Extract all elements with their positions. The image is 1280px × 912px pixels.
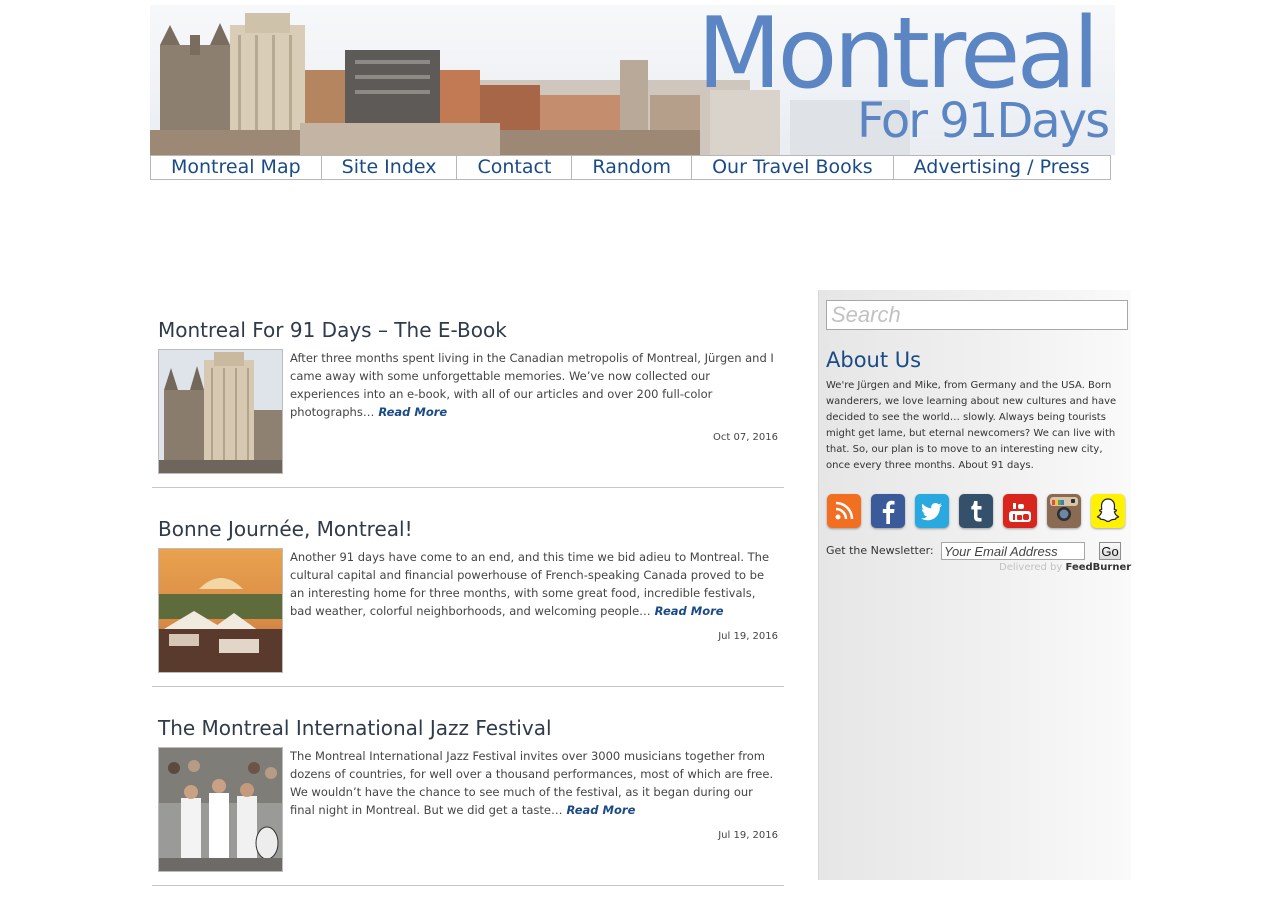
- nav-site-index[interactable]: Site Index: [322, 156, 458, 179]
- nav-our-travel-books[interactable]: Our Travel Books: [692, 156, 894, 179]
- site-header[interactable]: Montreal For 91Days: [150, 5, 1115, 155]
- read-more-link[interactable]: Read More: [566, 803, 635, 817]
- post-ebook: Montreal For 91 Days – The E-Book After …: [152, 315, 784, 488]
- post-date: Oct 07, 2016: [713, 432, 778, 443]
- site-title: Montreal: [697, 5, 1100, 111]
- nav-montreal-map[interactable]: Montreal Map: [151, 156, 322, 179]
- newsletter-form: Get the Newsletter: Go: [826, 542, 1126, 560]
- post-list: Montreal For 91 Days – The E-Book After …: [152, 315, 784, 912]
- post-title[interactable]: Montreal For 91 Days – The E-Book: [158, 318, 507, 342]
- nav-contact[interactable]: Contact: [457, 156, 573, 179]
- facebook-icon[interactable]: [871, 494, 905, 528]
- youtube-icon[interactable]: [1003, 494, 1037, 528]
- social-links: [827, 494, 1125, 528]
- post-bonne-journee: Bonne Journée, Montreal! Another 91 days…: [152, 514, 784, 687]
- read-more-link[interactable]: Read More: [378, 405, 447, 419]
- jazz-band-thumbnail-image: [159, 748, 282, 871]
- search-input[interactable]: [826, 300, 1128, 330]
- post-title[interactable]: Bonne Journée, Montreal!: [158, 517, 413, 541]
- feedburner-link[interactable]: FeedBurner: [1066, 562, 1132, 573]
- tumblr-icon[interactable]: [959, 494, 993, 528]
- site-subtitle: For 91Days: [857, 93, 1110, 149]
- biosphere-thumbnail-image: [159, 549, 282, 672]
- post-jazz-festival: The Montreal International Jazz Festival…: [152, 713, 784, 886]
- feedburner-credit: Delivered by FeedBurner: [999, 562, 1131, 573]
- about-us-heading: About Us: [826, 348, 922, 372]
- sidebar: About Us We're Jürgen and Mike, from Ger…: [818, 290, 1131, 880]
- post-excerpt-text: The Montreal International Jazz Festival…: [290, 749, 774, 817]
- post-thumbnail-biosphere[interactable]: [158, 548, 283, 673]
- post-excerpt: Another 91 days have come to an end, and…: [290, 548, 780, 620]
- nav-advertising-press[interactable]: Advertising / Press: [894, 156, 1110, 179]
- newsletter-go-button[interactable]: Go: [1099, 542, 1121, 560]
- post-excerpt: The Montreal International Jazz Festival…: [290, 747, 780, 819]
- post-date: Jul 19, 2016: [718, 830, 778, 841]
- snapchat-icon[interactable]: [1091, 494, 1125, 528]
- rss-icon[interactable]: [827, 494, 861, 528]
- nav-random[interactable]: Random: [572, 156, 693, 179]
- newsletter-email-field[interactable]: [941, 542, 1085, 560]
- delivered-by-text: Delivered by: [999, 562, 1063, 573]
- post-title[interactable]: The Montreal International Jazz Festival: [158, 716, 552, 740]
- cathedral-thumbnail-image: [159, 350, 282, 473]
- newsletter-label: Get the Newsletter:: [826, 544, 934, 557]
- main-nav: Montreal Map Site Index Contact Random O…: [150, 155, 1111, 180]
- post-excerpt: After three months spent living in the C…: [290, 349, 780, 421]
- post-excerpt-text: After three months spent living in the C…: [290, 351, 774, 419]
- post-thumbnail-cathedral[interactable]: [158, 349, 283, 474]
- post-date: Jul 19, 2016: [718, 631, 778, 642]
- twitter-icon[interactable]: [915, 494, 949, 528]
- post-thumbnail-jazz-band[interactable]: [158, 747, 283, 872]
- instagram-icon[interactable]: [1047, 494, 1081, 528]
- about-us-text: We're Jürgen and Mike, from Germany and …: [826, 380, 1117, 471]
- read-more-link[interactable]: Read More: [655, 604, 724, 618]
